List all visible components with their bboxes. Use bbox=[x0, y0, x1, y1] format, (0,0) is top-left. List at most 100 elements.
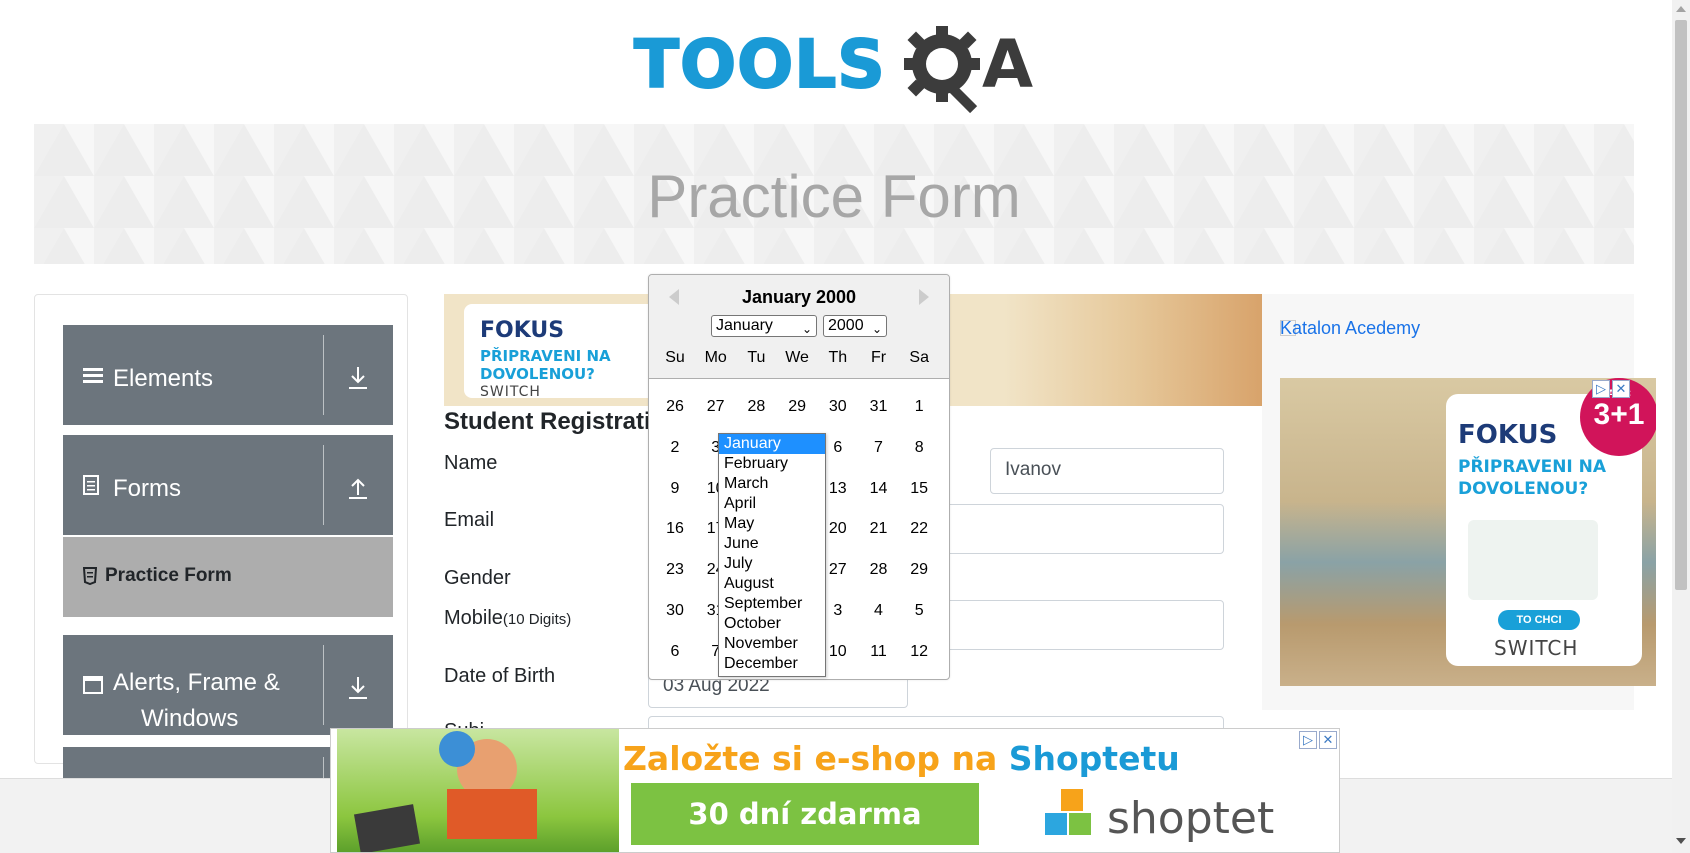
calendar-day[interactable]: 11 bbox=[859, 638, 899, 666]
download-icon[interactable] bbox=[347, 365, 369, 391]
calendar-day[interactable]: 9 bbox=[655, 475, 695, 503]
month-dropdown-list[interactable]: January February March April May June July Augu… bbox=[718, 433, 826, 677]
ad-product: SWITCH bbox=[480, 384, 541, 400]
ad-headline-text: Založte si e-shop na bbox=[623, 739, 1009, 778]
calendar-day[interactable]: 8 bbox=[899, 434, 939, 462]
toolsqa-logo[interactable]: TOOLS A bbox=[633, 18, 1040, 114]
weekday-label: Mo bbox=[704, 349, 727, 366]
next-month-icon[interactable] bbox=[919, 289, 929, 305]
hamburger-icon bbox=[83, 368, 103, 383]
scroll-down-icon[interactable] bbox=[1676, 838, 1686, 844]
calendar-day[interactable]: 22 bbox=[899, 515, 939, 543]
sidebar-item-practice-form[interactable]: Practice Form bbox=[63, 537, 393, 617]
calendar-day[interactable]: 28 bbox=[736, 393, 776, 421]
page: TOOLS A Practice Form Elements Forms Pra… bbox=[0, 0, 1690, 853]
form-title: Student Registratio bbox=[444, 408, 666, 435]
weekday-label: Th bbox=[828, 349, 848, 366]
calendar-day[interactable]: 29 bbox=[899, 556, 939, 584]
mobile-input[interactable] bbox=[940, 600, 1224, 650]
calendar-day[interactable]: 23 bbox=[655, 556, 695, 584]
ad-product: SWITCH bbox=[1494, 636, 1579, 660]
katalon-academy-image-link[interactable]: Katalon Acedemy bbox=[1280, 318, 1420, 339]
calendar-day[interactable]: 16 bbox=[655, 515, 695, 543]
calendar-day[interactable]: 21 bbox=[859, 515, 899, 543]
calendar-day[interactable]: 2 bbox=[655, 434, 695, 462]
email-input[interactable] bbox=[940, 504, 1224, 554]
month-option[interactable]: October bbox=[719, 614, 825, 634]
weekday-label: Su bbox=[665, 349, 685, 366]
month-option[interactable]: December bbox=[719, 654, 825, 674]
email-label: Email bbox=[444, 509, 495, 531]
logo-letter: A bbox=[982, 26, 1034, 103]
ad-cta-button[interactable]: TO CHCI bbox=[1498, 610, 1580, 630]
month-option[interactable]: April bbox=[719, 494, 825, 514]
calendar-day[interactable]: 28 bbox=[859, 556, 899, 584]
calendar-day[interactable]: 12 bbox=[899, 638, 939, 666]
calendar-day[interactable]: 29 bbox=[777, 393, 817, 421]
bottom-advertisement[interactable]: Založte si e-shop na Shoptetu 30 dní zda… bbox=[330, 728, 1340, 853]
sidebar-group-label-line2: Windows bbox=[141, 705, 239, 732]
last-name-input[interactable]: Ivanov bbox=[990, 448, 1224, 494]
month-option[interactable]: July bbox=[719, 554, 825, 574]
weekday-label: We bbox=[785, 349, 809, 366]
scrollbar[interactable] bbox=[1672, 0, 1690, 853]
ad-photo: FOKUS PŘIPRAVENI NA DOVOLENOU? TO CHCI S… bbox=[1280, 378, 1656, 686]
html5-icon bbox=[83, 567, 97, 585]
sidebar-group-label: Forms bbox=[113, 475, 181, 502]
month-option[interactable]: June bbox=[719, 534, 825, 554]
calendar-day[interactable]: 30 bbox=[818, 393, 858, 421]
scrollbar-thumb[interactable] bbox=[1675, 20, 1687, 590]
close-ad-icon[interactable]: ✕ bbox=[1319, 731, 1337, 749]
adchoices-icon[interactable]: ▷ bbox=[1592, 380, 1610, 398]
month-option[interactable]: March bbox=[719, 474, 825, 494]
weekday-label: Tu bbox=[747, 349, 766, 366]
ad-tagline-2: DOVOLENOU? bbox=[480, 365, 595, 383]
download-icon[interactable] bbox=[347, 675, 369, 701]
calendar-day[interactable]: 30 bbox=[655, 597, 695, 625]
close-ad-icon[interactable]: ✕ bbox=[1612, 380, 1630, 398]
ad-tagline-1: PŘIPRAVENI NA bbox=[480, 347, 611, 365]
product-box-image bbox=[1468, 520, 1598, 600]
chevron-down-icon: ⌄ bbox=[801, 322, 812, 336]
year-select[interactable]: 2000 ⌄ bbox=[823, 315, 887, 337]
right-advertisement[interactable]: Katalon Acedemy FOKUS PŘIPRAVENI NA DOVO… bbox=[1262, 294, 1656, 710]
sidebar-group-label: Alerts, Frame & bbox=[113, 669, 280, 696]
month-option[interactable]: November bbox=[719, 634, 825, 654]
calendar-day[interactable]: 14 bbox=[859, 475, 899, 503]
month-option[interactable]: August bbox=[719, 574, 825, 594]
month-option[interactable]: February bbox=[719, 454, 825, 474]
ad-cta-button[interactable]: 30 dní zdarma bbox=[631, 783, 979, 845]
shoptet-cubes-icon bbox=[1045, 789, 1091, 835]
calendar-day[interactable]: 26 bbox=[655, 393, 695, 421]
shoptet-logo-text: shoptet bbox=[1107, 793, 1275, 844]
divider bbox=[323, 335, 324, 415]
calendar-day[interactable]: 27 bbox=[696, 393, 736, 421]
ad-photo bbox=[1004, 294, 1262, 406]
calendar-day[interactable]: 6 bbox=[655, 638, 695, 666]
weekday-label: Fr bbox=[870, 349, 887, 366]
name-label: Name bbox=[444, 452, 498, 474]
month-option[interactable]: May bbox=[719, 514, 825, 534]
adchoices-icon[interactable]: ▷ bbox=[1299, 731, 1317, 749]
shoptet-logo: shoptet bbox=[1045, 789, 1295, 849]
calendar-day[interactable]: 15 bbox=[899, 475, 939, 503]
month-option[interactable]: September bbox=[719, 594, 825, 614]
month-option[interactable]: January bbox=[719, 434, 825, 454]
ad-tagline-2: DOVOLENOU? bbox=[1458, 479, 1589, 499]
gender-label: Gender bbox=[444, 567, 511, 589]
calendar-day[interactable]: 7 bbox=[859, 434, 899, 462]
calendar-day[interactable]: 5 bbox=[899, 597, 939, 625]
gear-magnifier-icon bbox=[904, 26, 980, 114]
ad-illustration-art bbox=[353, 731, 537, 852]
month-select[interactable]: January ⌄ bbox=[711, 315, 817, 337]
divider bbox=[323, 645, 324, 725]
sidebar-group-alerts[interactable]: Alerts, Frame & Windows bbox=[63, 635, 393, 735]
calendar-day[interactable]: 4 bbox=[859, 597, 899, 625]
upload-icon[interactable] bbox=[347, 475, 369, 501]
sidebar-group-elements[interactable]: Elements bbox=[63, 325, 393, 425]
calendar-day[interactable]: 1 bbox=[899, 393, 939, 421]
scroll-up-icon[interactable] bbox=[1676, 6, 1686, 12]
sidebar-group-forms[interactable]: Forms bbox=[63, 435, 393, 535]
calendar-day[interactable]: 31 bbox=[859, 393, 899, 421]
weekday-label: Sa bbox=[909, 349, 929, 366]
